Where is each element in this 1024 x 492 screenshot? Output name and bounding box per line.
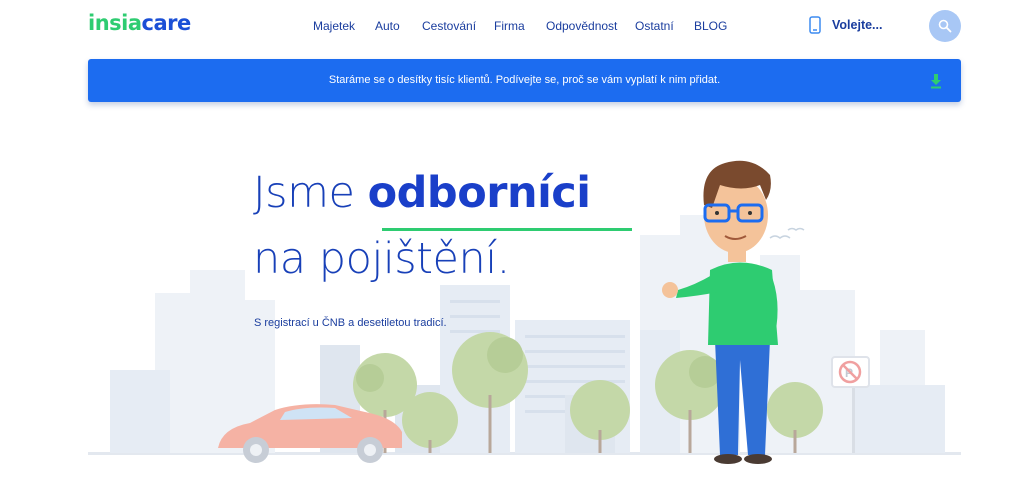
hero-illustration: P <box>88 160 961 464</box>
hero-title-line1: Jsme odborníci <box>253 168 591 218</box>
hero-title-line2: na pojištění. <box>253 234 510 284</box>
hero-title-part1: Jsme <box>253 168 368 218</box>
hero-title-strong: odborníci <box>367 168 591 218</box>
hero-subtitle: S registrací u ČNB a desetiletou tradicí… <box>254 317 447 329</box>
hero-title-underline <box>382 228 632 231</box>
